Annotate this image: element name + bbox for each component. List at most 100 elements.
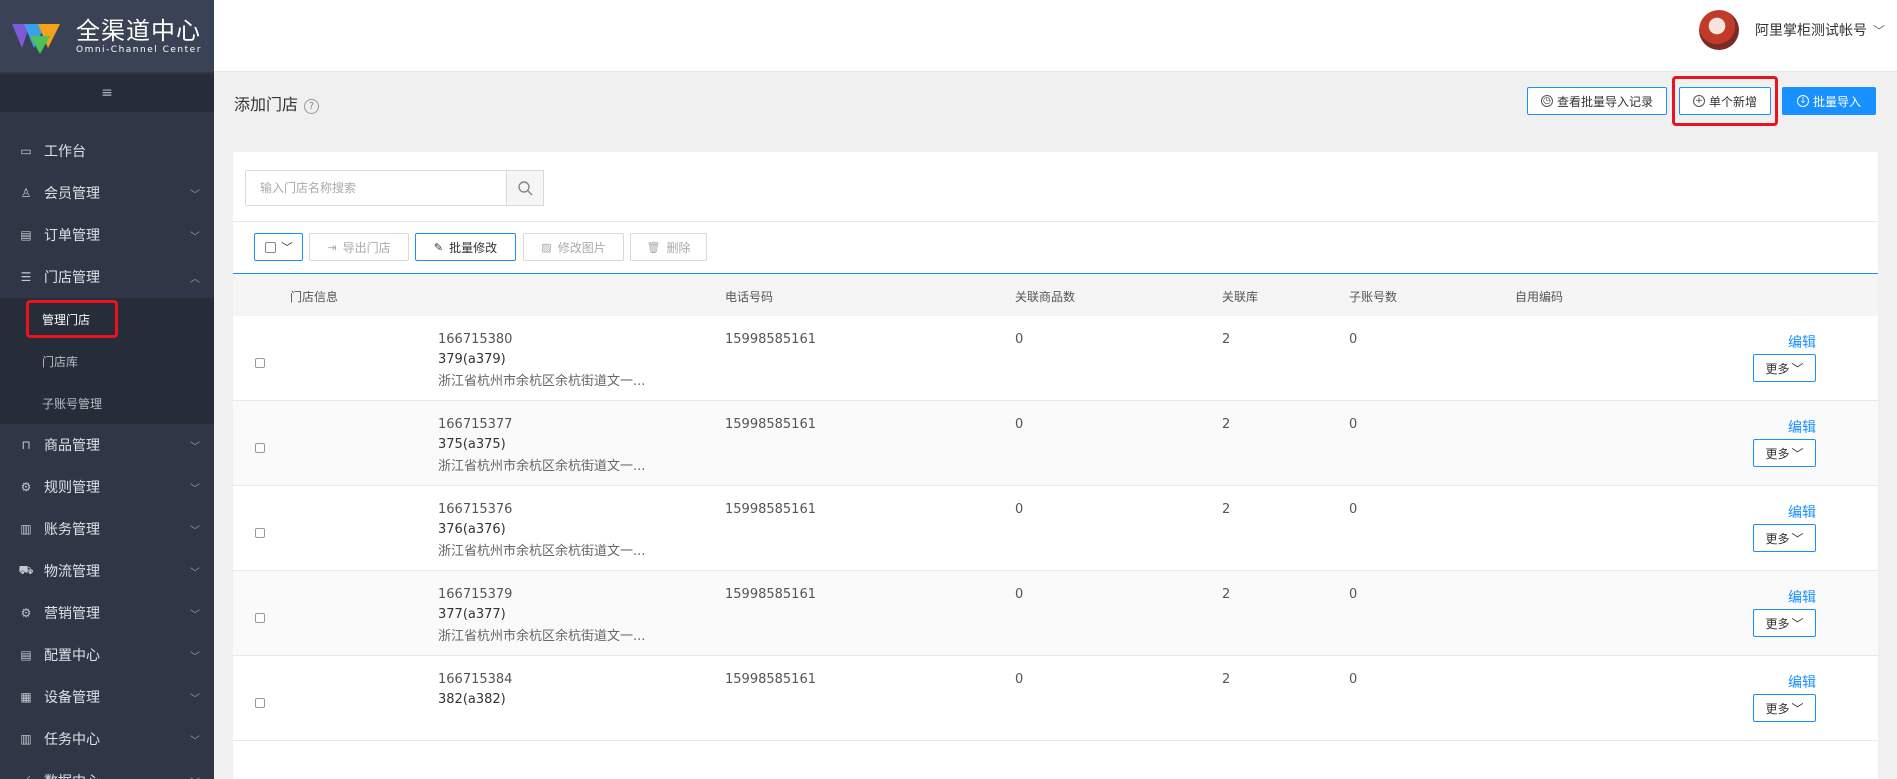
sidebar-item-10[interactable]: ▤ 配置中心 ﹀ bbox=[0, 634, 214, 676]
batch-edit-button[interactable]: ✎ 批量修改 bbox=[415, 233, 516, 261]
linked-library-count: 2 bbox=[1222, 417, 1231, 432]
sidebar-item-8[interactable]: ⛟ 物流管理 ﹀ bbox=[0, 550, 214, 592]
select-all-dropdown[interactable]: ﹀ bbox=[254, 233, 303, 261]
page-title-text: 添加门店 bbox=[234, 95, 299, 114]
sidebar-item-1[interactable]: ▭ 工作台 bbox=[0, 130, 214, 172]
edit-link[interactable]: 编辑 bbox=[1788, 417, 1816, 437]
delete-button[interactable]: 🗑 删除 bbox=[630, 233, 707, 261]
chevron-down-icon: ﹀ bbox=[190, 609, 200, 621]
sidebar-item-11[interactable]: ▦ 设备管理 ﹀ bbox=[0, 676, 214, 718]
avatar[interactable] bbox=[1698, 10, 1739, 50]
edit-link[interactable]: 编辑 bbox=[1788, 332, 1816, 352]
sidebar-item-2[interactable]: ♙ 会员管理 ﹀ bbox=[0, 172, 214, 214]
more-label: 更多 bbox=[1765, 361, 1790, 376]
download-circle-icon: ↓ bbox=[1796, 95, 1809, 107]
help-icon[interactable]: ? bbox=[304, 99, 320, 114]
sidebar-item-4[interactable]: ☰ 门店管理 ︿ bbox=[0, 256, 214, 298]
rule-icon: ⚙ bbox=[20, 480, 32, 494]
store-submenu: 管理门店 门店库 子账号管理 bbox=[0, 298, 214, 424]
goods-count: 0 bbox=[1015, 502, 1024, 517]
user-menu[interactable]: 阿里掌柜测试帐号 ﹀ bbox=[1698, 10, 1885, 50]
edit-link[interactable]: 编辑 bbox=[1788, 587, 1816, 607]
chevron-down-icon: ﹀ bbox=[190, 441, 200, 453]
search-input[interactable]: 输入门店名称搜索 bbox=[245, 170, 507, 206]
clock-icon: ◷ bbox=[1540, 95, 1553, 107]
store-name: 376(a376) bbox=[438, 522, 506, 537]
more-dropdown-button[interactable]: 更多 ﹀ bbox=[1753, 439, 1816, 467]
more-dropdown-button[interactable]: 更多 ﹀ bbox=[1753, 524, 1816, 552]
chevron-down-icon: ﹀ bbox=[281, 241, 293, 254]
batch-import-label: 批量导入 bbox=[1812, 94, 1861, 109]
sidebar-item-13[interactable]: ⟋ 数据中心﹀ bbox=[0, 760, 214, 779]
sub-account-count: 0 bbox=[1349, 587, 1358, 602]
row-checkbox[interactable] bbox=[255, 443, 265, 453]
collapse-menu-icon[interactable]: ≡ bbox=[0, 74, 214, 112]
sidebar-item-label: 商品管理 bbox=[44, 438, 100, 454]
bag-icon: ⊓ bbox=[21, 438, 31, 452]
row-checkbox[interactable] bbox=[255, 358, 265, 368]
select-all-checkbox[interactable] bbox=[264, 241, 276, 253]
sub-account-count: 0 bbox=[1349, 417, 1358, 432]
sidebar-item-label: 任务中心 bbox=[44, 732, 100, 748]
store-address: 浙江省杭州市余杭区余杭街道文一... bbox=[438, 544, 646, 559]
more-dropdown-button[interactable]: 更多 ﹀ bbox=[1753, 354, 1816, 382]
page-title: 添加门店? bbox=[234, 91, 320, 115]
chevron-down-icon: ﹀ bbox=[1791, 616, 1804, 631]
chevron-down-icon: ﹀ bbox=[1791, 361, 1804, 376]
more-dropdown-button[interactable]: 更多 ﹀ bbox=[1753, 609, 1816, 637]
submenu-item-2[interactable]: 门店库 bbox=[0, 340, 214, 382]
more-dropdown-button[interactable]: 更多 ﹀ bbox=[1753, 694, 1816, 722]
config-icon: ▤ bbox=[20, 648, 32, 662]
table-row: 166715384 382(a382) 15998585161 0 2 0 编辑 更多 ﹀ bbox=[233, 656, 1878, 741]
export-label: 导出门店 bbox=[342, 240, 391, 255]
user-name[interactable]: 阿里掌柜测试帐号 bbox=[1755, 20, 1867, 40]
submenu-item-3[interactable]: 子账号管理 bbox=[0, 382, 214, 424]
sidebar-item-label: 工作台 bbox=[44, 144, 86, 160]
row-checkbox[interactable] bbox=[255, 613, 265, 623]
row-checkbox[interactable] bbox=[255, 528, 265, 538]
brand-name: 全渠道中心 bbox=[76, 17, 201, 45]
logo[interactable]: 全渠道中心 Omni-Channel Center bbox=[0, 0, 214, 72]
users-icon: ♙ bbox=[20, 186, 32, 200]
view-import-records-button[interactable]: ◷ 查看批量导入记录 bbox=[1527, 87, 1667, 115]
chevron-down-icon: ﹀ bbox=[190, 231, 200, 243]
edit-link[interactable]: 编辑 bbox=[1788, 672, 1816, 692]
linked-library-count: 2 bbox=[1222, 332, 1231, 347]
sidebar-item-12[interactable]: ▥ 任务中心 ﹀ bbox=[0, 718, 214, 760]
chart-icon: ⟋ bbox=[18, 774, 34, 779]
list-icon: ☰ bbox=[20, 270, 32, 284]
chevron-down-icon: ﹀ bbox=[190, 567, 200, 579]
store-name: 382(a382) bbox=[438, 692, 506, 707]
batch-import-button[interactable]: ↓ 批量导入 bbox=[1782, 87, 1876, 115]
edit-image-button[interactable]: ▨ 修改图片 bbox=[523, 233, 624, 261]
goods-count: 0 bbox=[1015, 332, 1024, 347]
brand-subtitle: Omni-Channel Center bbox=[76, 45, 202, 55]
sub-account-count: 0 bbox=[1349, 332, 1358, 347]
sidebar-item-5[interactable]: ⊓ 商品管理 ﹀ bbox=[0, 424, 214, 466]
table-row: 166715376 376(a376) 浙江省杭州市余杭区余杭街道文一... 1599… bbox=[233, 486, 1878, 571]
chevron-down-icon: ﹀ bbox=[190, 651, 200, 663]
sidebar-item-label: 会员管理 bbox=[44, 186, 100, 202]
delete-label: 删除 bbox=[666, 240, 691, 255]
store-address: 浙江省杭州市余杭区余杭街道文一... bbox=[438, 629, 646, 644]
col-linked-library: 关联库 bbox=[1222, 290, 1259, 304]
sidebar-item-3[interactable]: ▤ 订单管理 ﹀ bbox=[0, 214, 214, 256]
search-button[interactable] bbox=[506, 170, 544, 206]
export-stores-button[interactable]: ⇥ 导出门店 bbox=[309, 233, 409, 261]
row-checkbox[interactable] bbox=[255, 698, 265, 708]
sidebar: 全渠道中心 Omni-Channel Center ≡ ▭ 工作台 ♙ 会员管理 ﹀ ▤ 订… bbox=[0, 0, 214, 779]
store-id: 166715376 bbox=[438, 502, 513, 517]
main-menu: ▭ 工作台 ♙ 会员管理 ﹀ ▤ 订单管理 ﹀ ☰ 门店管理 ︿ 管理门店 门店库 子账号管理 ⊓ 商品管理 ﹀… bbox=[0, 130, 214, 779]
sidebar-item-9[interactable]: ⚙ 营销管理 ﹀ bbox=[0, 592, 214, 634]
edit-link[interactable]: 编辑 bbox=[1788, 502, 1816, 522]
search-icon bbox=[518, 181, 533, 196]
sidebar-item-6[interactable]: ⚙ 规则管理 ﹀ bbox=[0, 466, 214, 508]
submenu-item-1[interactable]: 管理门店 bbox=[0, 298, 214, 340]
highlight-single-add bbox=[1672, 76, 1778, 126]
sidebar-item-7[interactable]: ▥ 账务管理 ﹀ bbox=[0, 508, 214, 550]
store-name: 377(a377) bbox=[438, 607, 506, 622]
sidebar-item-label: 账务管理 bbox=[44, 522, 100, 538]
chevron-down-icon[interactable]: ﹀ bbox=[1873, 22, 1885, 39]
goods-count: 0 bbox=[1015, 417, 1024, 432]
chevron-down-icon: ﹀ bbox=[1791, 531, 1804, 546]
